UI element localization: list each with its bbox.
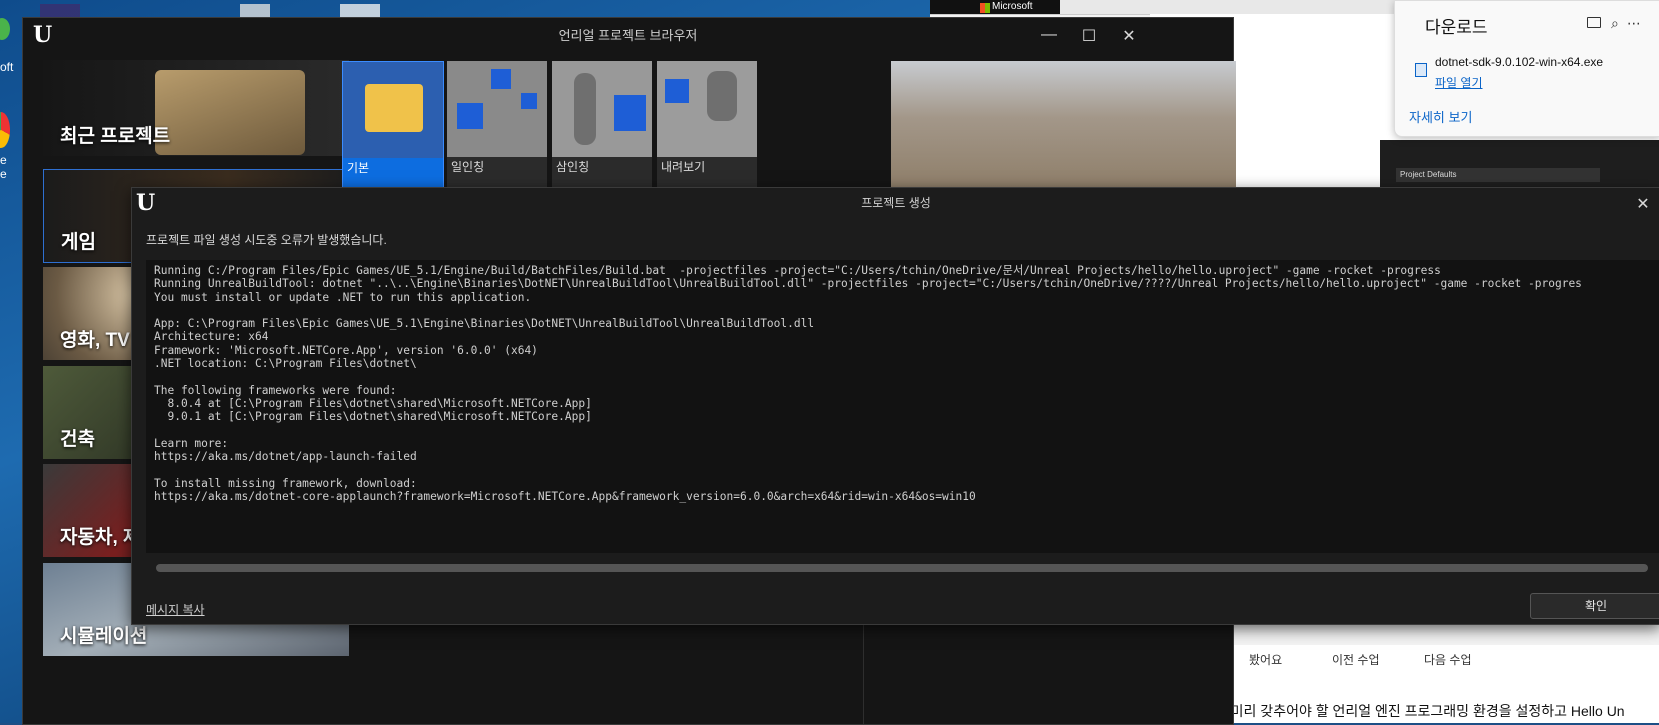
- category-label: 게임: [61, 232, 96, 253]
- blue-cube-shape: [491, 69, 511, 89]
- template-label: 내려보기: [657, 157, 757, 187]
- dialog-title: 프로젝트 생성: [861, 196, 931, 210]
- category-label: 시뮬레이션: [60, 626, 148, 647]
- log-line: Framework: 'Microsoft.NETCore.App', vers…: [154, 343, 538, 357]
- template-label: 삼인칭: [552, 157, 652, 187]
- log-line: To install missing framework, download:: [154, 476, 417, 490]
- copy-message-link[interactable]: 메시지 복사: [146, 601, 205, 618]
- error-log-text: Running C:/Program Files/Epic Games/UE_5…: [146, 260, 1659, 507]
- template-blank[interactable]: 기본: [342, 61, 444, 189]
- blue-cube-shape: [614, 95, 646, 131]
- blue-cube-shape: [457, 103, 483, 129]
- error-message: 프로젝트 파일 생성 시도중 오류가 발생했습니다.: [146, 233, 387, 247]
- category-label: 최근 프로젝트: [60, 126, 171, 147]
- maximize-icon[interactable]: ☐: [1069, 26, 1109, 46]
- mannequin-shape: [707, 71, 737, 121]
- log-line: App: C:\Program Files\Epic Games\UE_5.1\…: [154, 317, 815, 331]
- microsoft-logo-icon: [980, 3, 990, 13]
- folder-icon[interactable]: [1587, 17, 1601, 28]
- more-icon[interactable]: ⋯: [1627, 15, 1641, 31]
- close-icon[interactable]: ✕: [1109, 26, 1149, 46]
- template-top-down[interactable]: 내려보기: [657, 61, 757, 187]
- log-line: 8.0.4 at [C:\Program Files\dotnet\shared…: [154, 396, 592, 410]
- log-line: Running C:/Program Files/Epic Games/UE_5…: [154, 264, 1441, 277]
- microsoft-tab-label: Microsoft: [992, 1, 1033, 12]
- category-label: 자동차, 제: [60, 527, 141, 548]
- log-line: 9.0.1 at [C:\Program Files\dotnet\shared…: [154, 410, 592, 424]
- log-line: The following frameworks were found:: [154, 383, 397, 397]
- file-icon: [1415, 63, 1427, 77]
- log-line: Running UnrealBuildTool: dotnet "..\..\E…: [154, 277, 1582, 291]
- download-panel: 다운로드 ⌕ ⋯ dotnet-sdk-9.0.102-win-x64.exe 파…: [1394, 0, 1659, 137]
- desktop-app-icon-2[interactable]: [0, 112, 10, 148]
- template-label: 일인칭: [447, 157, 547, 187]
- desktop-label-2: e: [0, 153, 7, 167]
- download-file-name[interactable]: dotnet-sdk-9.0.102-win-x64.exe: [1435, 55, 1603, 69]
- category-label: 건축: [60, 429, 95, 450]
- category-recent-projects[interactable]: 최근 프로젝트: [43, 60, 349, 156]
- template-third-person[interactable]: 삼인칭: [552, 61, 652, 187]
- template-preview-image: [891, 61, 1236, 187]
- download-panel-title: 다운로드: [1425, 18, 1488, 37]
- error-log-textbox[interactable]: Running C:/Program Files/Epic Games/UE_5…: [146, 260, 1659, 553]
- create-project-error-dialog: U 프로젝트 생성 ✕ 프로젝트 파일 생성 시도중 오류가 발생했습니다. R…: [131, 187, 1659, 625]
- template-label: 기본: [343, 158, 443, 188]
- desktop-label-1: oft: [0, 60, 14, 74]
- blue-cube-shape: [665, 79, 689, 103]
- nav-next-lesson-button[interactable]: 다음 수업: [1424, 651, 1472, 668]
- close-icon[interactable]: ✕: [1628, 194, 1658, 214]
- log-line: https://aka.ms/dotnet-core-applaunch?fra…: [154, 490, 976, 504]
- log-line: Learn more:: [154, 436, 229, 450]
- article-text: 에, 미리 갖추어야 할 언리얼 엔진 프로그래밍 환경을 설정하고 Hello…: [1210, 703, 1625, 719]
- folder-icon: [365, 84, 423, 132]
- log-line: Architecture: x64: [154, 330, 269, 344]
- log-line: You must install or update .NET to run t…: [154, 290, 532, 304]
- template-thumbnail: [657, 61, 757, 157]
- template-first-person[interactable]: 일인칭: [447, 61, 547, 187]
- template-thumbnail: [447, 61, 547, 157]
- log-line: https://aka.ms/dotnet/app-launch-failed: [154, 450, 417, 464]
- see-more-link[interactable]: 자세히 보기: [1409, 107, 1472, 126]
- taskbar-icon-strip: [40, 4, 380, 18]
- template-thumbnail: [552, 61, 652, 157]
- horizontal-scrollbar[interactable]: [156, 564, 1648, 572]
- project-defaults-label: Project Defaults: [1396, 168, 1600, 182]
- desktop-label-3: e: [0, 167, 7, 181]
- ok-button[interactable]: 확인: [1530, 593, 1659, 619]
- open-file-link[interactable]: 파일 열기: [1435, 74, 1483, 91]
- browser-content-area: 봤어요 이전 수업 다음 수업 에, 미리 갖추어야 할 언리얼 엔진 프로그래…: [1210, 645, 1659, 723]
- log-line: .NET location: C:\Program Files\dotnet\: [154, 357, 417, 371]
- search-icon[interactable]: ⌕: [1611, 15, 1619, 31]
- microsoft-tab[interactable]: Microsoft: [930, 0, 1060, 14]
- minimize-icon[interactable]: —: [1029, 26, 1069, 44]
- nav-viewed-button[interactable]: 봤어요: [1249, 651, 1282, 668]
- category-label: 영화, TV: [60, 330, 130, 351]
- nav-prev-lesson-button[interactable]: 이전 수업: [1332, 651, 1380, 668]
- desktop-app-icon-1[interactable]: [0, 18, 10, 40]
- mannequin-shape: [574, 73, 596, 145]
- folder-icon: [155, 70, 305, 155]
- blue-cube-shape: [521, 93, 537, 109]
- template-thumbnail: [343, 62, 443, 158]
